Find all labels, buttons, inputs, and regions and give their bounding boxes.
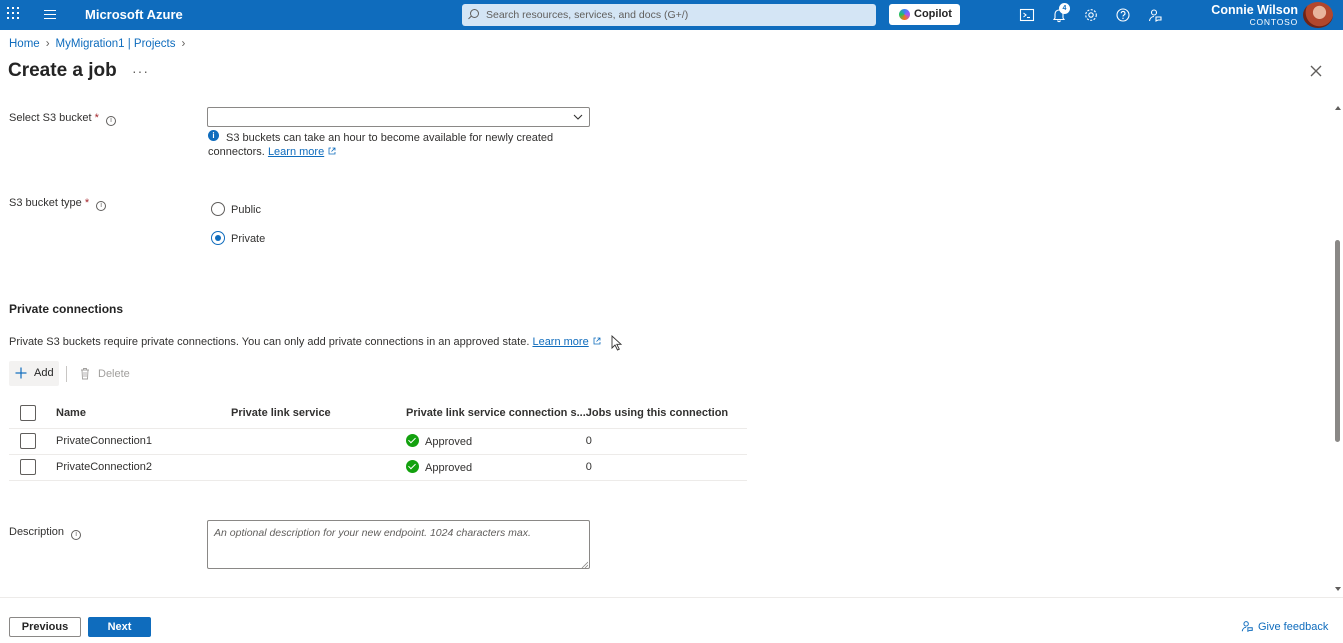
table-row[interactable]: PrivateConnection2 Approved 0 bbox=[9, 453, 747, 481]
row-select-cell bbox=[9, 427, 56, 454]
description-label: Description i bbox=[9, 526, 82, 540]
add-connection-button[interactable]: Add bbox=[9, 361, 59, 386]
cell-jobs: 0 bbox=[585, 427, 747, 454]
chevron-right-icon: › bbox=[45, 38, 50, 50]
cell-link-service bbox=[231, 453, 406, 481]
next-button[interactable]: Next bbox=[88, 617, 151, 637]
chevron-right-icon: › bbox=[181, 38, 186, 50]
notification-count-badge: 4 bbox=[1059, 3, 1070, 14]
column-header-name[interactable]: Name bbox=[56, 399, 231, 428]
cell-name: PrivateConnection2 bbox=[56, 453, 231, 481]
add-icon bbox=[15, 367, 27, 379]
info-icon[interactable]: i bbox=[71, 530, 82, 540]
row-select-cell bbox=[9, 453, 56, 481]
s3-bucket-dropdown[interactable] bbox=[207, 107, 590, 127]
cloud-shell-icon[interactable] bbox=[1019, 7, 1035, 23]
radio-public[interactable] bbox=[211, 202, 225, 216]
scroll-thumb[interactable] bbox=[1335, 240, 1340, 442]
private-connections-description: Private S3 buckets require private conne… bbox=[9, 336, 601, 348]
mouse-cursor-icon bbox=[611, 335, 623, 351]
radio-public-label[interactable]: Public bbox=[231, 204, 261, 216]
more-options-button[interactable]: ··· bbox=[132, 63, 149, 79]
cell-status: Approved bbox=[406, 427, 586, 454]
approved-icon bbox=[406, 434, 419, 447]
external-link-icon bbox=[593, 337, 601, 345]
add-label: Add bbox=[34, 367, 54, 379]
radio-private-label[interactable]: Private bbox=[231, 233, 265, 245]
help-icon[interactable] bbox=[1115, 7, 1131, 23]
s3-learn-more-link[interactable]: Learn more bbox=[268, 146, 324, 158]
column-header-link-service[interactable]: Private link service bbox=[231, 399, 406, 428]
table-header-row: Name Private link service Private link s… bbox=[9, 399, 747, 428]
row-checkbox[interactable] bbox=[20, 433, 36, 449]
page-scrollbar[interactable] bbox=[1333, 103, 1343, 595]
breadcrumb-projects[interactable]: MyMigration1 | Projects bbox=[56, 38, 176, 50]
description-textarea[interactable] bbox=[207, 520, 590, 569]
bucket-type-label-text: S3 bucket type bbox=[9, 197, 82, 209]
search-placeholder: Search resources, services, and docs (G+… bbox=[486, 9, 689, 21]
delete-icon bbox=[81, 368, 89, 380]
status-text: Approved bbox=[425, 436, 473, 448]
info-icon[interactable]: i bbox=[96, 201, 107, 211]
global-search-box[interactable]: Search resources, services, and docs (G+… bbox=[462, 4, 876, 26]
copilot-button[interactable]: Copilot bbox=[889, 4, 960, 25]
info-icon[interactable]: i bbox=[105, 116, 116, 126]
search-icon bbox=[470, 9, 479, 18]
toolbar-divider bbox=[66, 366, 67, 382]
private-connections-table: Name Private link service Private link s… bbox=[9, 399, 747, 481]
page-title: Create a job bbox=[8, 60, 117, 81]
copilot-label: Copilot bbox=[914, 8, 952, 20]
table-row[interactable]: PrivateConnection1 Approved 0 bbox=[9, 427, 747, 454]
user-name: Connie Wilson bbox=[1211, 3, 1298, 17]
description-label-text: Description bbox=[9, 526, 65, 538]
give-feedback-label: Give feedback bbox=[1258, 621, 1329, 633]
radio-private[interactable] bbox=[211, 231, 225, 245]
s3-note-text-cont: connectors. bbox=[208, 146, 265, 158]
approved-icon bbox=[406, 460, 419, 473]
required-marker: * bbox=[84, 197, 90, 209]
delete-label: Delete bbox=[98, 368, 130, 380]
s3-note-text: S3 buckets can take an hour to become av… bbox=[226, 132, 554, 144]
cell-link-service bbox=[231, 427, 406, 454]
account-menu[interactable]: Connie Wilson CONTOSO bbox=[1180, 3, 1298, 27]
menu-icon[interactable] bbox=[44, 10, 56, 19]
column-header-connection-state[interactable]: Private link service connection s... bbox=[406, 399, 586, 428]
previous-button[interactable]: Previous bbox=[9, 617, 81, 637]
required-marker: * bbox=[94, 112, 99, 124]
settings-icon[interactable] bbox=[1083, 7, 1099, 23]
breadcrumb: Home › MyMigration1 | Projects › bbox=[9, 38, 191, 50]
status-text: Approved bbox=[425, 462, 473, 474]
close-icon[interactable] bbox=[1309, 64, 1323, 78]
private-connections-learn-more-link[interactable]: Learn more bbox=[532, 336, 588, 348]
s3-bucket-label-text: Select S3 bucket bbox=[9, 112, 92, 124]
bucket-type-label: S3 bucket type * i bbox=[9, 197, 107, 211]
select-all-cell bbox=[9, 399, 56, 428]
feedback-icon[interactable] bbox=[1147, 7, 1163, 23]
cell-name: PrivateConnection1 bbox=[56, 427, 231, 454]
private-connections-text: Private S3 buckets require private conne… bbox=[9, 336, 530, 348]
top-bar: Microsoft Azure Search resources, servic… bbox=[0, 0, 1343, 30]
cell-jobs: 0 bbox=[585, 453, 747, 481]
copilot-icon bbox=[899, 9, 910, 20]
breadcrumb-home[interactable]: Home bbox=[9, 38, 40, 50]
cell-status: Approved bbox=[406, 453, 586, 481]
user-org: CONTOSO bbox=[1249, 17, 1298, 27]
s3-bucket-label: Select S3 bucket * i bbox=[9, 112, 116, 126]
app-launcher-icon[interactable] bbox=[7, 7, 19, 19]
info-filled-icon: i bbox=[208, 130, 219, 141]
private-connections-heading: Private connections bbox=[9, 302, 124, 316]
footer-divider bbox=[0, 597, 1343, 598]
scroll-down-icon[interactable] bbox=[1335, 587, 1341, 591]
resize-grip-icon[interactable] bbox=[581, 561, 588, 568]
chevron-down-icon bbox=[573, 114, 583, 120]
feedback-icon bbox=[1241, 621, 1253, 633]
avatar[interactable] bbox=[1303, 2, 1333, 28]
row-checkbox[interactable] bbox=[20, 459, 36, 475]
brand-title[interactable]: Microsoft Azure bbox=[85, 7, 183, 22]
scroll-up-icon[interactable] bbox=[1335, 106, 1341, 110]
select-all-checkbox[interactable] bbox=[20, 405, 36, 422]
external-link-icon bbox=[328, 147, 336, 155]
column-header-jobs[interactable]: Jobs using this connection bbox=[586, 399, 747, 428]
